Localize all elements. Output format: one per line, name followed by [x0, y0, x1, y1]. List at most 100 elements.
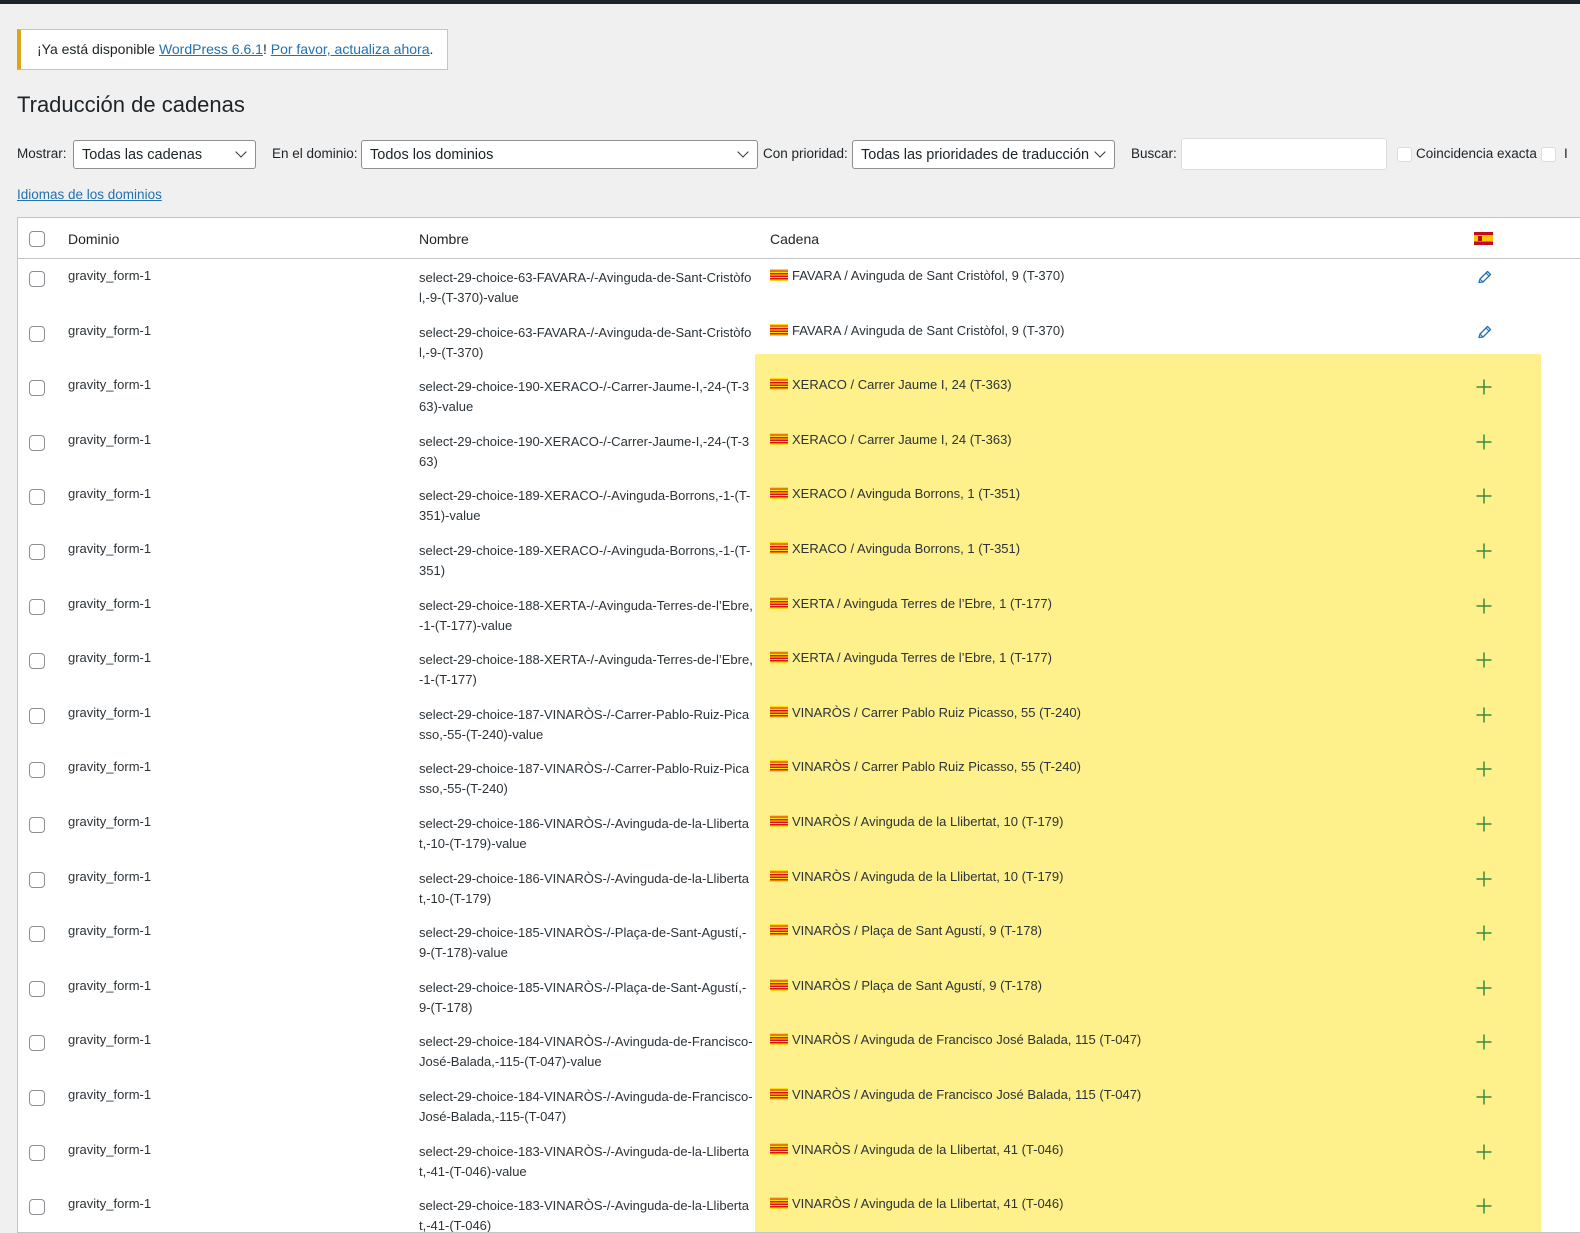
row-domain: gravity_form-1 — [68, 268, 152, 283]
catalan-flag-icon — [770, 869, 788, 882]
row-string: VINARÒS / Avinguda de la Llibertat, 10 (… — [770, 869, 1063, 884]
row-string: VINARÒS / Carrer Pablo Ruiz Picasso, 55 … — [770, 705, 1081, 720]
row-string-text: XERTA / Avinguda Terres de l’Ebre, 1 (T-… — [792, 595, 1052, 611]
domain-select[interactable]: Todos los dominios — [361, 140, 758, 169]
add-translation-plus-icon[interactable] — [1474, 541, 1494, 561]
domain-select-value: Todos los dominios — [370, 147, 494, 163]
catalan-flag-icon — [770, 269, 788, 281]
add-translation-plus-icon[interactable] — [1474, 978, 1494, 998]
notice-suffix: . — [429, 41, 434, 57]
notice-prefix: ¡Ya está disponible — [37, 41, 159, 57]
extra-checkbox-label: I — [1564, 146, 1568, 161]
catalan-flag-icon — [770, 542, 788, 554]
row-checkbox[interactable] — [29, 380, 45, 397]
column-header-name[interactable]: Nombre — [419, 231, 469, 247]
admin-top-bar — [0, 0, 1580, 4]
priority-label: Con prioridad: — [763, 146, 848, 161]
row-string: VINARÒS / Avinguda de la Llibertat, 10 (… — [770, 814, 1063, 829]
table-row: gravity_form-1 select-29-choice-188-XERTA… — [18, 587, 1580, 642]
add-translation-plus-icon[interactable] — [1474, 1142, 1494, 1162]
row-string-text: VINARÒS / Plaça de Sant Agustí, 9 (T-178… — [792, 923, 1043, 939]
row-string-text: FAVARA / Avinguda de Sant Cristòfol, 9 (… — [792, 322, 1065, 338]
row-string: VINARÒS / Avinguda de Francisco José Bal… — [770, 1032, 1141, 1047]
table-row: gravity_form-1 select-29-choice-189-XERAC… — [18, 477, 1580, 532]
row-checkbox[interactable] — [29, 1035, 45, 1052]
priority-select[interactable]: Todas las prioridades de traducción — [852, 140, 1115, 169]
row-checkbox[interactable] — [29, 707, 45, 724]
add-translation-plus-icon[interactable] — [1474, 705, 1494, 725]
table-row: gravity_form-1 select-29-choice-190-XERAC… — [18, 368, 1580, 423]
show-select-value: Todas las cadenas — [82, 147, 203, 163]
add-translation-plus-icon[interactable] — [1474, 814, 1494, 834]
row-string: XERACO / Avinguda Borrons, 1 (T-351) — [770, 486, 1020, 501]
row-string-text: VINARÒS / Avinguda de Francisco José Bal… — [792, 1032, 1142, 1048]
priority-select-value: Todas las prioridades de traducción — [861, 147, 1090, 163]
exact-match-checkbox[interactable] — [1397, 147, 1412, 162]
row-name: select-29-choice-187-VINARÒS-/-Carrer-Pa… — [419, 706, 750, 742]
domain-languages-link[interactable]: Idiomas de los dominios — [17, 187, 162, 202]
add-translation-plus-icon[interactable] — [1474, 1087, 1494, 1107]
update-now-link[interactable]: Por favor, actualiza ahora — [271, 41, 430, 57]
row-checkbox[interactable] — [29, 653, 45, 670]
edit-translation-pencil-icon[interactable] — [1474, 268, 1494, 288]
row-string-text: XERACO / Carrer Jaume I, 24 (T-363) — [792, 377, 1012, 393]
row-name: select-29-choice-185-VINARÒS-/-Plaça-de-… — [419, 979, 747, 1015]
catalan-flag-icon — [770, 1197, 788, 1210]
column-header-domain[interactable]: Dominio — [68, 231, 119, 247]
row-name: select-29-choice-187-VINARÒS-/-Carrer-Pa… — [419, 761, 750, 797]
add-translation-plus-icon[interactable] — [1474, 377, 1494, 397]
domain-label: En el dominio: — [272, 146, 358, 161]
row-checkbox[interactable] — [29, 489, 45, 506]
add-translation-plus-icon[interactable] — [1474, 486, 1494, 506]
add-translation-plus-icon[interactable] — [1474, 1196, 1494, 1216]
row-checkbox[interactable] — [29, 434, 45, 451]
row-string: VINARÒS / Avinguda de la Llibertat, 41 (… — [770, 1196, 1063, 1211]
show-select[interactable]: Todas las cadenas — [73, 140, 256, 169]
row-domain: gravity_form-1 — [68, 1087, 152, 1102]
row-string: XERACO / Avinguda Borrons, 1 (T-351) — [770, 541, 1020, 556]
select-all-checkbox[interactable] — [29, 231, 45, 247]
add-translation-plus-icon[interactable] — [1474, 1032, 1494, 1052]
row-string: XERTA / Avinguda Terres de l’Ebre, 1 (T-… — [770, 596, 1052, 611]
row-string-text: VINARÒS / Avinguda de la Llibertat, 41 (… — [792, 1196, 1064, 1212]
row-checkbox[interactable] — [29, 926, 45, 943]
row-checkbox[interactable] — [29, 325, 45, 342]
search-input[interactable] — [1181, 138, 1387, 170]
row-checkbox[interactable] — [29, 817, 45, 833]
add-translation-plus-icon[interactable] — [1474, 650, 1494, 670]
row-checkbox[interactable] — [29, 271, 45, 287]
row-checkbox[interactable] — [29, 1090, 45, 1106]
row-string-text: VINARÒS / Avinguda de la Llibertat, 10 (… — [792, 868, 1064, 884]
row-checkbox[interactable] — [29, 980, 45, 997]
add-translation-plus-icon[interactable] — [1474, 759, 1494, 779]
catalan-flag-icon — [770, 760, 788, 773]
row-string: VINARÒS / Avinguda de Francisco José Bal… — [770, 1087, 1141, 1102]
edit-translation-pencil-icon[interactable] — [1474, 323, 1494, 343]
page-title: Traducción de cadenas — [17, 92, 245, 117]
extra-checkbox[interactable] — [1541, 147, 1556, 162]
row-checkbox[interactable] — [29, 762, 45, 779]
catalan-flag-icon — [770, 596, 788, 609]
row-checkbox[interactable] — [29, 1144, 45, 1161]
row-checkbox[interactable] — [29, 544, 45, 560]
add-translation-plus-icon[interactable] — [1474, 869, 1494, 889]
table-row: gravity_form-1 select-29-choice-187-VINAR… — [18, 750, 1580, 805]
row-name: select-29-choice-63-FAVARA-/-Avinguda-de… — [419, 324, 752, 360]
strings-table: Dominio Nombre Cadena gravity_form-1 sele… — [17, 217, 1580, 1233]
row-domain: gravity_form-1 — [68, 923, 152, 939]
column-header-string[interactable]: Cadena — [770, 231, 819, 247]
row-checkbox[interactable] — [29, 1199, 45, 1216]
row-string: FAVARA / Avinguda de Sant Cristòfol, 9 (… — [770, 268, 1064, 283]
add-translation-plus-icon[interactable] — [1474, 432, 1494, 452]
row-checkbox[interactable] — [29, 598, 45, 615]
row-name: select-29-choice-186-VINARÒS-/-Avinguda-… — [419, 816, 749, 851]
notice-middle: ! — [262, 41, 271, 57]
table-row: gravity_form-1 select-29-choice-184-VINAR… — [18, 1023, 1580, 1078]
row-name: select-29-choice-189-XERACO-/-Avinguda-B… — [419, 488, 751, 524]
search-label: Buscar: — [1131, 146, 1177, 161]
row-checkbox[interactable] — [29, 871, 45, 888]
add-translation-plus-icon[interactable] — [1474, 596, 1494, 616]
row-name: select-29-choice-63-FAVARA-/-Avinguda-de… — [419, 270, 752, 305]
wordpress-version-link[interactable]: WordPress 6.6.1 — [159, 41, 263, 57]
add-translation-plus-icon[interactable] — [1474, 923, 1494, 943]
